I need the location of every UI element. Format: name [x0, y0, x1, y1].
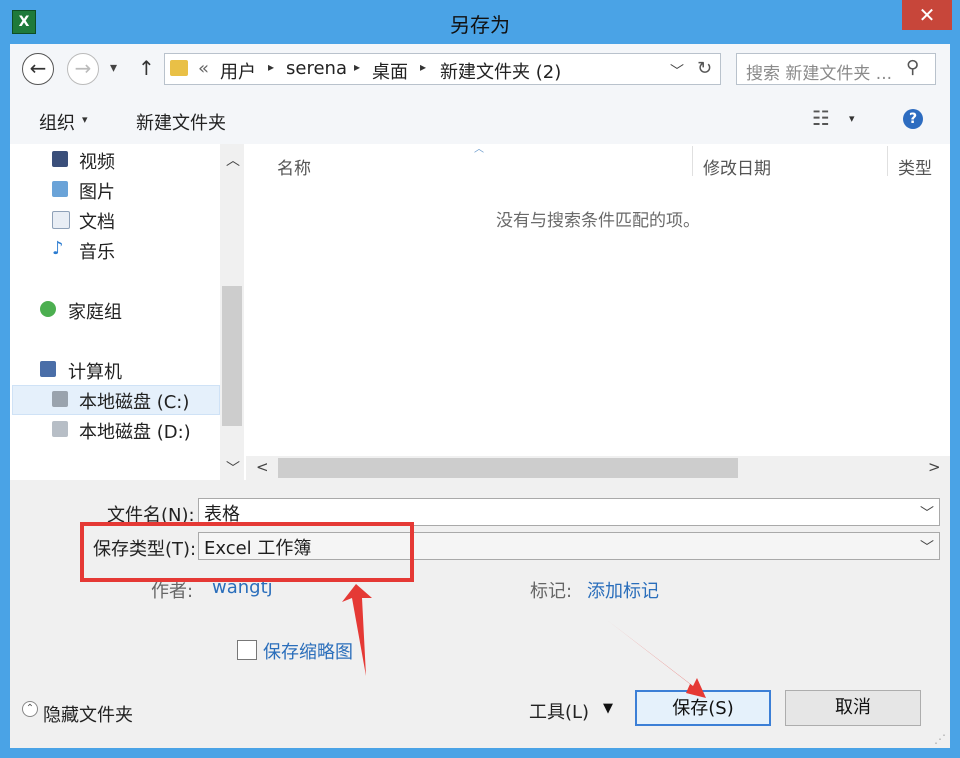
- annotation-arrows: [342, 584, 706, 698]
- annotation-arrow-up: [342, 584, 372, 676]
- annotation-arrow-down-right: [607, 620, 706, 698]
